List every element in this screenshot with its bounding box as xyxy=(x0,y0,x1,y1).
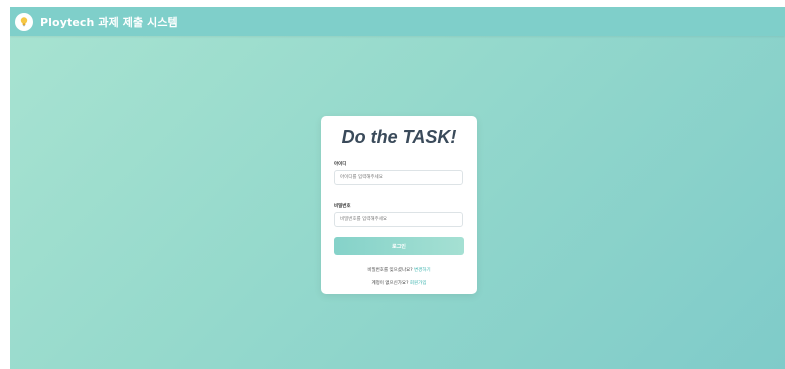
change-password-link[interactable]: 변경하기 xyxy=(414,268,431,273)
password-label: 비밀번호 xyxy=(334,204,351,209)
login-button[interactable]: 로그인 xyxy=(334,237,464,255)
app-background: Ploytech 과제 제출 시스템 Do the TASK! 아이디 비밀번호… xyxy=(10,7,785,369)
top-header: Ploytech 과제 제출 시스템 xyxy=(10,7,785,36)
signup-text: 계정이 없으신가요? xyxy=(371,281,409,286)
lightbulb-icon[interactable] xyxy=(15,12,33,31)
login-title: Do the TASK! xyxy=(341,127,457,147)
signup-link[interactable]: 회원가입 xyxy=(410,281,427,286)
app-title[interactable]: Ploytech 과제 제출 시스템 xyxy=(40,14,178,30)
forgot-password-row: 비밀번호를 잊으셨나요? 변경하기 xyxy=(321,267,477,273)
id-label: 아이디 xyxy=(334,162,347,167)
signup-row: 계정이 없으신가요? 회원가입 xyxy=(321,280,477,286)
password-input[interactable] xyxy=(334,212,463,227)
id-input[interactable] xyxy=(334,170,463,185)
forgot-password-text: 비밀번호를 잊으셨나요? xyxy=(367,268,413,273)
login-card: Do the TASK! 아이디 비밀번호 로그인 비밀번호를 잊으셨나요? 변… xyxy=(321,116,477,294)
